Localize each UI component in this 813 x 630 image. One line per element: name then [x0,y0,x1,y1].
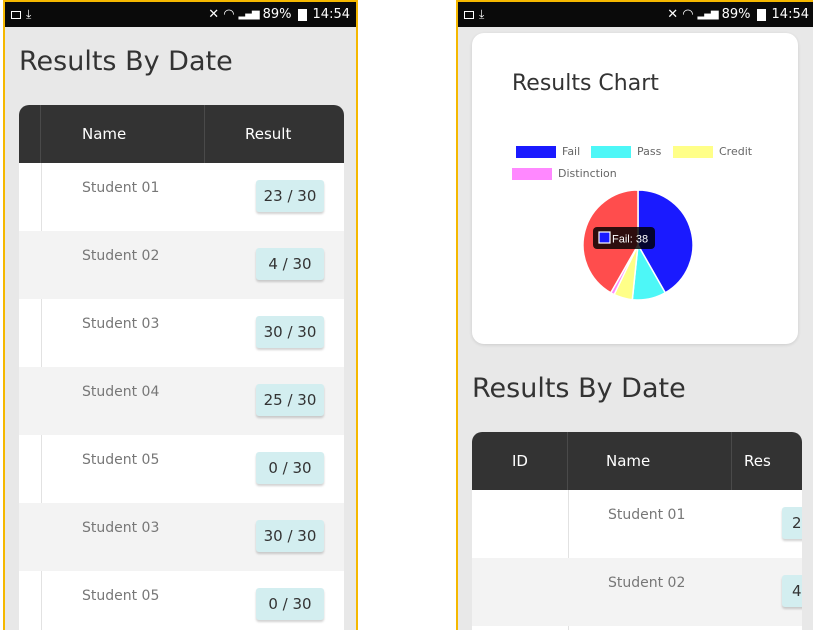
table-header: Name Result [19,105,344,163]
clock: 14:54 [771,7,809,22]
table-row[interactable]: Student 02 4 / 30 [19,231,344,299]
table-row[interactable]: Student 05 0 / 30 [19,571,344,630]
chart-card: Results Chart Fail Pass Credit Distincti… [472,33,798,344]
phone-screen-right: ⤓ ✕ ◠ ▂▄▆ 89% 14:54 Results Chart Fail P… [456,0,813,630]
column-header-result[interactable]: Result [205,105,344,163]
column-header-id[interactable] [19,105,41,163]
student-name: Student 03 [82,316,160,332]
result-badge: 0 / 30 [256,588,324,620]
battery-icon [297,8,307,21]
battery-percent: 89% [262,7,292,22]
results-table: ID Name Res Student 01 2 Student 02 4 [472,432,802,630]
student-name: Student 05 [82,588,160,604]
table-row[interactable]: Student 05 0 / 30 [19,435,344,503]
tooltip-text: Fail: 38 [612,234,648,246]
column-header-name[interactable]: Name [568,432,732,490]
student-name: Student 02 [82,248,160,264]
clock: 14:54 [312,7,350,22]
table-row[interactable]: Student 02 4 [472,558,802,626]
result-badge: 4 [782,575,802,607]
battery-icon [756,8,766,21]
image-notification-icon [464,10,474,19]
column-header-result[interactable]: Res [732,432,802,490]
results-table: Name Result Student 01 23 / 30 Student 0… [19,105,344,630]
result-badge: 30 / 30 [256,520,324,552]
table-row[interactable]: Student 01 2 [472,490,802,558]
download-icon: ⤓ [26,7,32,21]
wifi-icon: ◠ [223,7,235,22]
student-name: Student 05 [82,452,160,468]
table-row[interactable]: Student 01 23 / 30 [19,163,344,231]
result-badge: 0 / 30 [256,452,324,484]
table-row[interactable]: Student 03 30 / 30 [19,299,344,367]
page-title: Results By Date [19,46,233,77]
student-name: Student 01 [82,180,160,196]
result-badge: 2 [782,507,802,539]
battery-percent: 89% [721,7,751,22]
table-row[interactable]: Student 04 25 / 30 [19,367,344,435]
chart-tooltip: Fail: 38 [593,227,655,249]
student-name: Student 04 [82,384,160,400]
pie-chart[interactable]: Fail: 38 [472,33,798,344]
status-bar: ⤓ ✕ ◠ ▂▄▆ 89% 14:54 [458,2,813,27]
result-badge: 30 / 30 [256,316,324,348]
student-name: Student 01 [608,507,686,523]
tooltip-swatch [598,231,611,244]
signal-icon: ▂▄▆ [238,9,260,20]
mute-icon: ✕ [667,7,679,22]
mute-icon: ✕ [208,7,220,22]
student-name: Student 02 [608,575,686,591]
result-badge: 23 / 30 [256,180,324,212]
page-title: Results By Date [472,373,686,404]
student-name: Student 03 [82,520,160,536]
table-row[interactable]: Student 03 30 / 30 [19,503,344,571]
result-badge: 4 / 30 [256,248,324,280]
status-bar: ⤓ ✕ ◠ ▂▄▆ 89% 14:54 [5,2,356,27]
column-header-id[interactable]: ID [472,432,568,490]
column-header-name[interactable]: Name [41,105,205,163]
download-icon: ⤓ [479,7,485,21]
wifi-icon: ◠ [682,7,694,22]
result-badge: 25 / 30 [256,384,324,416]
image-notification-icon [11,10,21,19]
phone-screen-left: ⤓ ✕ ◠ ▂▄▆ 89% 14:54 Results By Date Name… [3,0,358,630]
signal-icon: ▂▄▆ [697,9,719,20]
table-header: ID Name Res [472,432,802,490]
